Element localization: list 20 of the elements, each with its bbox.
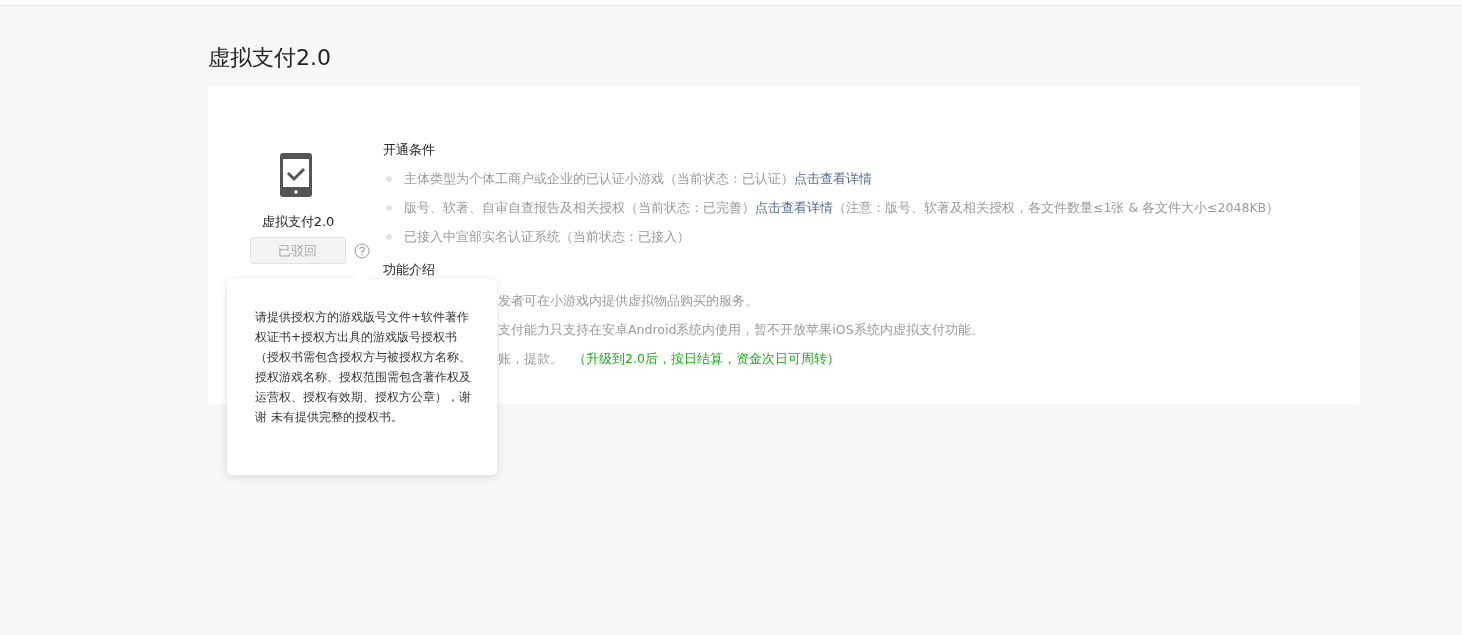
condition-text: 版号、软著、自审自查报告及相关授权（当前状态：已完善） [404, 199, 755, 217]
tooltip-text: 请提供授权方的游戏版号文件+软件著作权证书+授权方出具的游戏版号授权书（授权书需包含授权方与被授权方名称、授权游戏名称、授权范围需包含著作权及运营权、授权有效期、授权方公章），谢谢 未有提供完整的授权书。 [255, 309, 471, 426]
phone-check-icon [279, 153, 312, 197]
details-link[interactable]: 点击查看详情 [794, 170, 872, 188]
bullet-icon [386, 234, 392, 240]
feature-text: 账，提款。 [498, 351, 563, 366]
page-title: 虚拟支付2.0 [208, 44, 332, 72]
section-heading: 开通条件 [383, 141, 436, 159]
bullet-icon [386, 205, 392, 211]
feature-text: 发者可在小游戏内提供虚拟物品购买的服务。 [498, 293, 758, 308]
product-name: 虚拟支付2.0 [260, 213, 335, 231]
bullet-icon [386, 176, 392, 182]
condition-text: 主体类型为个体工商户或企业的已认证小游戏（当前状态：已认证） [404, 170, 794, 188]
highlight-text: （升级到2.0后，按日结算，资金次日可周转） [573, 351, 840, 366]
feature-text: 支付能力只支持在安卓Android系统内使用，暂不开放苹果iOS系统内虚拟支付功能。 [498, 322, 984, 337]
condition-text: 已接入中宣部实名认证系统（当前状态：已接入） [404, 228, 690, 246]
help-icon[interactable] [353, 242, 370, 259]
details-link[interactable]: 点击查看详情 [755, 199, 833, 217]
section-heading: 功能介绍 [383, 261, 436, 279]
note-text: （注意：版号、软著及相关授权，各文件数量≤1张 & 各文件大小≤2048KB） [833, 199, 1280, 217]
